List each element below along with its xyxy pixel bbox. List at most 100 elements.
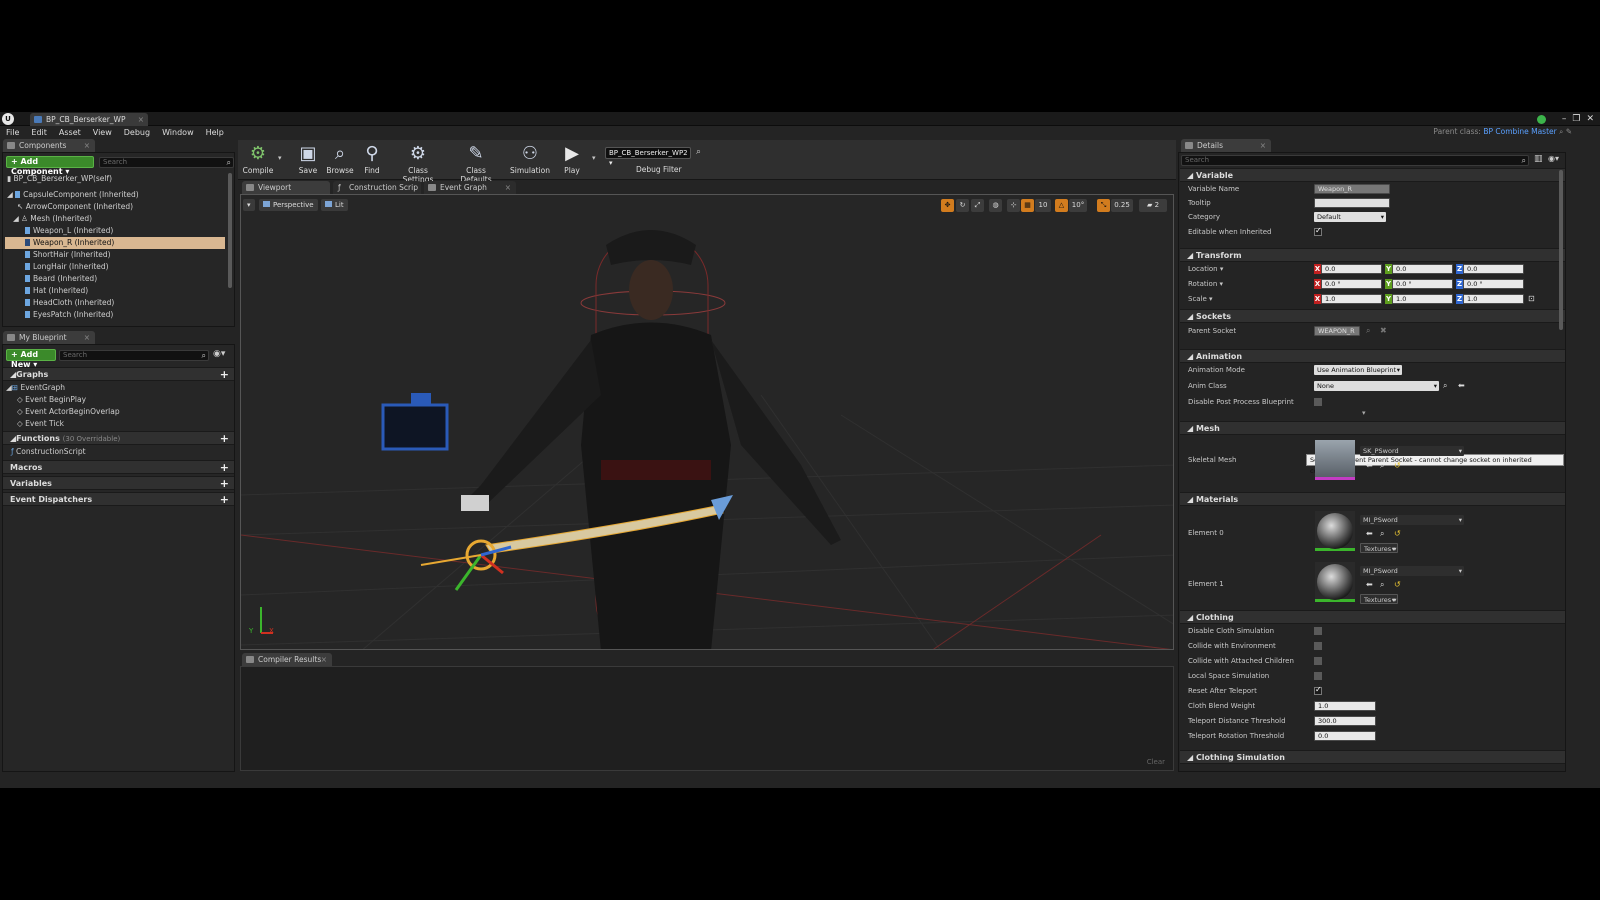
tree-item-arrow[interactable]: ↖ ArrowComponent (Inherited) [17, 201, 225, 213]
close-tab-icon[interactable]: × [84, 139, 90, 152]
disable-post-process-checkbox[interactable] [1314, 398, 1322, 406]
tree-item-weapon-r[interactable]: Weapon_R (Inherited) [5, 237, 225, 249]
browse-asset-icon[interactable]: ⌕ [1380, 461, 1384, 471]
menu-debug[interactable]: Debug [118, 128, 156, 137]
scale-z-field[interactable]: 1.0 [1463, 294, 1524, 304]
category-select[interactable]: Default [1314, 212, 1386, 222]
collide-environment-checkbox[interactable] [1314, 642, 1322, 650]
skeletal-mesh-thumbnail[interactable] [1315, 440, 1355, 480]
location-label[interactable]: Location ▾ [1188, 265, 1223, 273]
close-tab-icon[interactable]: × [138, 113, 144, 126]
class-settings-button[interactable]: ⚙ Class Settings [394, 142, 442, 184]
reset-after-teleport-checkbox[interactable] [1314, 685, 1322, 695]
debug-find-icon[interactable]: ⌕ [696, 147, 701, 157]
source-control-status-icon[interactable] [1536, 114, 1546, 124]
world-local-icon[interactable]: ◍ [989, 199, 1002, 212]
material-0-select[interactable]: MI_PSword [1360, 515, 1464, 525]
editable-when-inherited-checkbox[interactable] [1314, 226, 1322, 236]
teleport-distance-field[interactable]: 300.0 [1314, 716, 1376, 726]
perspective-button[interactable]: Perspective [259, 199, 318, 211]
functions-section[interactable]: ◢Functions (30 Overridable) + [3, 431, 234, 445]
browse-asset-icon[interactable]: ⌕ [1380, 580, 1384, 590]
debug-object-select[interactable]: BP_CB_Berserker_WP2 ▾ [605, 147, 691, 167]
tab-components[interactable]: Components × [3, 139, 95, 152]
components-scrollbar[interactable] [228, 173, 232, 288]
scale-snap-icon[interactable]: ⤡ [1097, 199, 1110, 212]
maximize-button[interactable]: ❐ [1572, 114, 1580, 124]
material-1-select[interactable]: MI_PSword [1360, 566, 1464, 576]
add-graph-icon[interactable]: + [220, 368, 229, 381]
rotate-mode-icon[interactable]: ↻ [956, 199, 969, 212]
add-function-icon[interactable]: + [220, 432, 229, 445]
tab-viewport[interactable]: Viewport [242, 181, 330, 194]
tooltip-field[interactable] [1314, 198, 1390, 208]
scale-x-field[interactable]: 1.0 [1321, 294, 1382, 304]
tree-item-event-beginplay[interactable]: ◇ Event BeginPlay [17, 394, 86, 406]
close-tab-icon[interactable]: × [1260, 139, 1266, 152]
grid-snap-icon[interactable]: ▦ [1021, 199, 1034, 212]
tree-item-eyespatch[interactable]: EyesPatch (Inherited) [25, 309, 225, 321]
camera-component-icon[interactable] [381, 393, 449, 451]
tree-item-construction-script[interactable]: ƒ ConstructionScript [11, 446, 86, 458]
viewport-options-chevron-icon[interactable]: ▾ [243, 199, 255, 211]
tab-construction-script[interactable]: ƒ Construction Scrip [333, 181, 421, 194]
add-component-button[interactable]: + Add Component ▾ [6, 156, 94, 176]
tree-item-mesh[interactable]: ◢ ♙ Mesh (Inherited) [13, 213, 225, 225]
close-window-button[interactable]: ✕ [1586, 114, 1594, 124]
add-dispatcher-icon[interactable]: + [220, 493, 229, 506]
anim-class-browse-icon[interactable]: ⌕ [1443, 381, 1447, 391]
reset-icon[interactable]: ↺ [1394, 461, 1401, 470]
details-section-clothing[interactable]: ◢ Clothing [1180, 610, 1565, 624]
details-scrollbar[interactable] [1559, 170, 1563, 330]
parent-class-link[interactable]: BP Combine Master [1483, 127, 1556, 136]
play-button[interactable]: ▶ Play [552, 142, 592, 178]
textures-0-dropdown[interactable]: Textures ▾ [1360, 543, 1398, 554]
tree-item-eventgraph[interactable]: ◢⊞ EventGraph [6, 382, 65, 394]
compile-options-chevron-icon[interactable]: ▾ [278, 154, 282, 162]
scale-label[interactable]: Scale ▾ [1188, 295, 1213, 303]
use-selected-icon[interactable]: ⬅ [1366, 529, 1373, 538]
menu-view[interactable]: View [87, 128, 118, 137]
details-search-input[interactable]: Search ⌕ [1181, 155, 1529, 166]
details-section-animation[interactable]: ◢ Animation [1180, 349, 1565, 363]
browse-parent-icon[interactable]: ⌕ ✎ [1559, 127, 1572, 136]
macros-section[interactable]: Macros + [3, 460, 234, 474]
expand-advanced-chevron-icon[interactable]: ▾ [1362, 409, 1366, 417]
viewport[interactable]: Y X ▾ Perspective Lit ✥ ↻ ⤢ ◍ ⊹ ▦ 10 △ 1… [240, 194, 1174, 650]
rotation-y-field[interactable]: 0.0 ° [1392, 279, 1453, 289]
surface-snap-icon[interactable]: ⊹ [1007, 199, 1020, 212]
my-blueprint-search-input[interactable]: Search ⌕ [59, 350, 209, 361]
cloth-blend-field[interactable]: 1.0 [1314, 701, 1376, 711]
tab-event-graph[interactable]: Event Graph × [424, 181, 516, 194]
minimize-button[interactable]: – [1562, 114, 1567, 124]
socket-search-icon[interactable]: ⌕ [1366, 326, 1370, 336]
details-section-variable[interactable]: ◢ Variable [1180, 168, 1565, 182]
location-y-field[interactable]: 0.0 [1392, 264, 1453, 274]
clear-button[interactable]: Clear [1147, 758, 1165, 766]
add-new-button[interactable]: + Add New ▾ [6, 349, 56, 369]
component-self[interactable]: ▮ BP_CB_Berserker_WP(self) [7, 173, 225, 185]
anim-class-select[interactable]: None [1314, 381, 1439, 391]
scale-mode-icon[interactable]: ⤢ [971, 199, 984, 212]
tree-item-longhair[interactable]: LongHair (Inherited) [25, 261, 225, 273]
close-tab-icon[interactable]: × [321, 653, 327, 666]
textures-1-dropdown[interactable]: Textures ▾ [1360, 594, 1398, 605]
use-selected-icon[interactable]: ⬅ [1366, 580, 1373, 589]
class-defaults-button[interactable]: ✎ Class Defaults [450, 142, 502, 184]
disable-cloth-checkbox[interactable] [1314, 627, 1322, 635]
anim-class-use-icon[interactable]: ⬅ [1458, 381, 1465, 390]
dispatchers-section[interactable]: Event Dispatchers + [3, 492, 234, 506]
close-tab-icon[interactable]: × [84, 331, 90, 344]
tree-item-headcloth[interactable]: HeadCloth (Inherited) [25, 297, 225, 309]
compile-button[interactable]: ⚙ Compile [238, 142, 278, 178]
simulation-button[interactable]: ⚇ Simulation [510, 142, 550, 178]
document-tab[interactable]: BP_CB_Berserker_WP × [30, 113, 148, 126]
find-button[interactable]: ⚲ Find [352, 142, 392, 178]
tree-item-weapon-l[interactable]: Weapon_L (Inherited) [25, 225, 225, 237]
rotation-label[interactable]: Rotation ▾ [1188, 280, 1223, 288]
grid-snap-value[interactable]: 10 [1035, 199, 1051, 212]
add-macro-icon[interactable]: + [220, 461, 229, 474]
material-0-thumbnail[interactable] [1315, 511, 1355, 551]
menu-window[interactable]: Window [156, 128, 200, 137]
menu-edit[interactable]: Edit [25, 128, 53, 137]
